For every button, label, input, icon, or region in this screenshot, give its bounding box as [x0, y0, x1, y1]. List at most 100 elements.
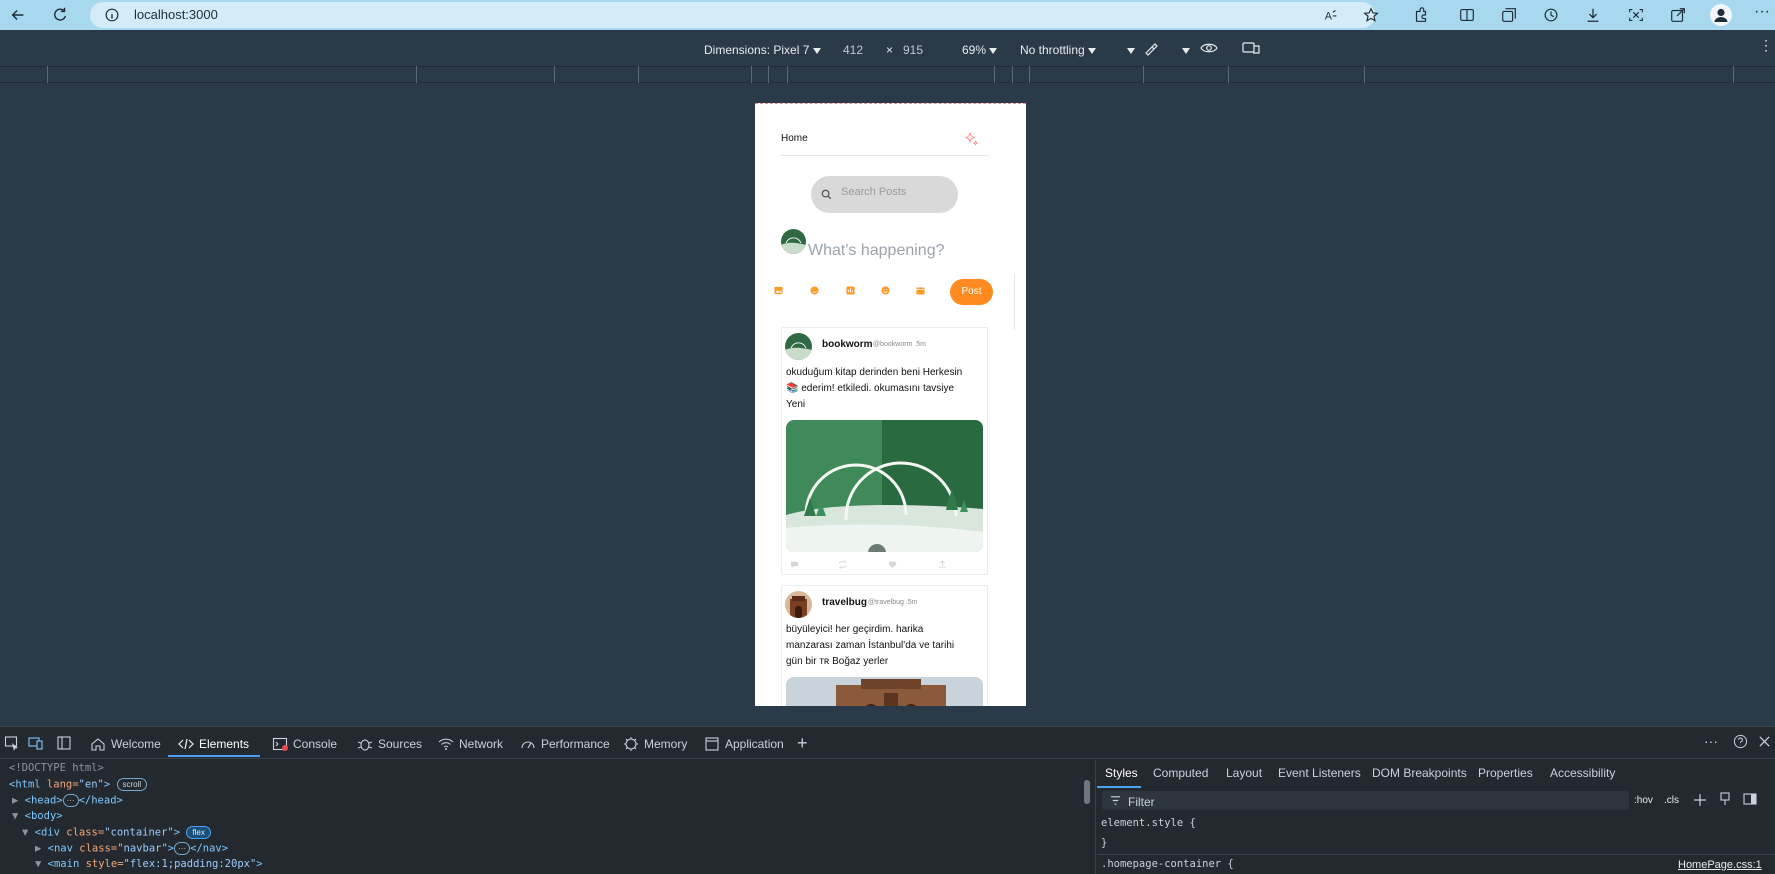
sensors-icon[interactable] — [1143, 40, 1159, 56]
dom-node-html[interactable]: <html lang="en"> scroll — [9, 778, 148, 791]
tab-styles[interactable]: Styles — [1105, 766, 1138, 780]
share-icon[interactable] — [938, 560, 947, 569]
expand-triangle-icon[interactable]: ▶ — [12, 795, 18, 807]
close-devtools-icon[interactable] — [1757, 734, 1772, 749]
hov-toggle[interactable]: :hov — [1634, 795, 1653, 806]
history-icon[interactable] — [1541, 5, 1561, 25]
devtools-more-icon[interactable]: ··· — [1704, 733, 1718, 749]
tab-dom-breakpoints[interactable]: DOM Breakpoints — [1372, 766, 1467, 780]
ellipsis-badge[interactable]: ··· — [174, 842, 191, 855]
tab-layout[interactable]: Layout — [1226, 766, 1262, 780]
device-emulation-icon[interactable] — [28, 735, 44, 751]
tab-console[interactable]: Console — [272, 736, 337, 752]
dom-node-head[interactable]: ▶ <head> ··· </head> — [12, 794, 123, 807]
dom-node-nav[interactable]: ▶ <nav class="navbar"> ··· </nav> — [35, 842, 228, 855]
throttling-select[interactable]: No throttling — [1020, 43, 1097, 57]
tab-accessibility[interactable]: Accessibility — [1550, 766, 1615, 780]
tab-elements[interactable]: Elements — [178, 736, 249, 752]
collapse-triangle-icon[interactable]: ▼ — [35, 858, 41, 870]
gif-icon[interactable] — [810, 286, 819, 295]
dock-side-icon[interactable] — [56, 735, 72, 751]
tab-sources[interactable]: Sources — [357, 736, 422, 752]
info-icon[interactable] — [102, 5, 122, 25]
screenshot-icon[interactable] — [1626, 5, 1646, 25]
dom-node-body[interactable]: ▼ <body> — [12, 810, 63, 822]
tab-performance[interactable]: Performance — [520, 736, 610, 752]
ruler-tick — [416, 66, 417, 83]
compose-input[interactable]: What's happening? — [808, 242, 944, 260]
tab-memory[interactable]: Memory — [623, 736, 687, 752]
dom-doctype[interactable]: <!DOCTYPE html> — [9, 762, 104, 774]
ruler-tick — [1012, 66, 1013, 83]
profile-avatar-icon[interactable] — [1710, 4, 1732, 26]
poll-icon[interactable] — [846, 286, 855, 295]
extensions-icon[interactable] — [1411, 5, 1431, 25]
css-rule-selector[interactable]: .homepage-container { — [1101, 858, 1234, 870]
tab-welcome[interactable]: Welcome — [90, 736, 161, 752]
post-card[interactable]: travelbug @travelbug .5m büyüleyici! her… — [781, 585, 988, 706]
vision-deficiency-icon[interactable] — [1200, 41, 1218, 55]
collections-icon[interactable] — [1499, 5, 1519, 25]
expand-triangle-icon[interactable]: ▶ — [35, 843, 41, 855]
header-divider — [780, 155, 989, 156]
collapse-triangle-icon[interactable]: ▼ — [12, 810, 18, 822]
height-field[interactable]: 915 — [903, 43, 923, 57]
image-icon[interactable] — [774, 286, 783, 295]
inspect-element-icon[interactable] — [4, 735, 20, 751]
tab-computed[interactable]: Computed — [1153, 766, 1208, 780]
like-icon[interactable] — [888, 560, 897, 569]
cls-toggle[interactable]: .cls — [1664, 795, 1679, 806]
post-username[interactable]: bookworm — [822, 339, 873, 350]
post-card[interactable]: bookworm @bookworm .5m okuduğum kitap de… — [781, 327, 988, 575]
post-button[interactable]: Post — [950, 279, 993, 305]
comment-icon[interactable] — [790, 560, 799, 569]
emoji-icon[interactable] — [881, 286, 890, 295]
css-source-link[interactable]: HomePage.css:1 — [1678, 859, 1762, 871]
svg-text:A: A — [1325, 11, 1333, 23]
tab-application[interactable]: Application — [704, 736, 784, 752]
schedule-icon[interactable] — [916, 286, 925, 295]
times-separator: × — [886, 43, 894, 57]
css-rule-element-style[interactable]: element.style { — [1101, 817, 1196, 829]
rotate-device-icon[interactable] — [1242, 41, 1260, 55]
post-username[interactable]: travelbug — [822, 597, 867, 608]
address-bar[interactable] — [90, 2, 1375, 28]
tab-network[interactable]: Network — [438, 736, 503, 752]
styles-filter-input[interactable] — [1102, 791, 1629, 810]
read-aloud-icon[interactable]: A — [1321, 5, 1341, 25]
url-text[interactable]: localhost:3000 — [134, 7, 218, 22]
filter-icon — [1110, 795, 1121, 806]
collapse-triangle-icon[interactable]: ▼ — [22, 827, 28, 839]
dom-tree-scrollbar[interactable] — [1084, 780, 1090, 804]
favorite-star-icon[interactable] — [1361, 5, 1381, 25]
element-state-icon[interactable] — [1718, 792, 1732, 806]
more-menu-icon[interactable]: ··· — [1754, 3, 1770, 21]
share-icon[interactable] — [1668, 5, 1688, 25]
repost-icon[interactable] — [838, 560, 847, 569]
tab-event-listeners[interactable]: Event Listeners — [1278, 766, 1361, 780]
flex-badge[interactable]: flex — [186, 826, 211, 839]
device-dimensions-select[interactable]: Dimensions: Pixel 7 — [704, 43, 821, 57]
tab-properties[interactable]: Properties — [1478, 766, 1533, 780]
vision-caret[interactable] — [1182, 43, 1190, 57]
sparkle-icon[interactable] — [963, 131, 979, 147]
toggle-sidebar-icon[interactable] — [1743, 792, 1757, 806]
save-data-caret[interactable] — [1127, 43, 1135, 57]
ellipsis-badge[interactable]: ··· — [62, 794, 79, 807]
help-icon[interactable] — [1733, 734, 1748, 749]
nav-home-link[interactable]: Home — [781, 133, 808, 144]
width-field[interactable]: 412 — [843, 43, 863, 57]
dom-node-main[interactable]: ▼ <main style="flex:1;padding:20px"> — [35, 858, 263, 870]
scroll-badge[interactable]: scroll — [116, 778, 148, 791]
back-arrow-icon[interactable] — [8, 5, 28, 25]
split-screen-icon[interactable] — [1457, 5, 1477, 25]
post-image[interactable] — [786, 677, 983, 706]
zoom-select[interactable]: 69% — [962, 43, 998, 57]
reload-icon[interactable] — [50, 5, 70, 25]
add-tab-icon[interactable]: + — [797, 733, 808, 754]
dom-node-container[interactable]: ▼ <div class="container"> flex — [22, 826, 211, 839]
device-toolbar-more-icon[interactable]: ⋮ — [1759, 37, 1773, 54]
new-rule-icon[interactable] — [1693, 793, 1707, 807]
post-image[interactable] — [786, 420, 983, 552]
downloads-icon[interactable] — [1583, 5, 1603, 25]
